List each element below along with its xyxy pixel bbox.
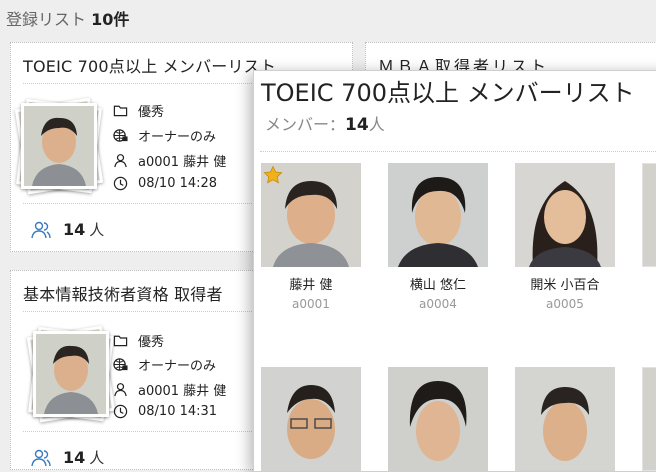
clock-icon <box>113 404 128 419</box>
member-card[interactable]: 横山 悠仁 a0004 <box>388 163 488 311</box>
star-icon[interactable] <box>263 165 283 185</box>
folder-name: 優秀 <box>138 335 165 350</box>
owner-row: a0001 藤井 健 <box>113 380 226 399</box>
member-card[interactable]: 開米 小百合 a0005 <box>515 163 615 311</box>
owner-row: a0001 藤井 健 <box>113 151 226 170</box>
header-label: 登録リスト <box>6 10 87 29</box>
user-icon <box>114 383 127 397</box>
user-icon <box>114 154 127 168</box>
members-count: 14 <box>345 115 369 135</box>
globe-lock-icon <box>113 129 128 142</box>
member-photo <box>261 367 361 471</box>
popup-title: TOEIC 700点以上 メンバーリスト <box>261 79 635 107</box>
users-icon <box>31 449 51 466</box>
visibility-row: オーナーのみ <box>113 355 216 374</box>
member-name: 藤井 健 <box>289 278 333 293</box>
folder-row: 優秀 <box>113 101 164 120</box>
avatar-photo <box>36 334 106 414</box>
member-card[interactable] <box>642 163 656 267</box>
datetime-row: 08/10 14:31 <box>113 404 217 419</box>
member-count-unit: 人 <box>89 449 105 467</box>
member-card[interactable] <box>261 367 361 471</box>
card-title[interactable]: TOEIC 700点以上 メンバーリスト <box>23 53 276 77</box>
member-photo <box>388 163 488 267</box>
member-photo <box>261 163 361 267</box>
popup-member-summary: メンバー：14人 <box>265 115 385 135</box>
member-photo <box>515 163 615 267</box>
popup-divider <box>260 151 656 152</box>
datetime-row: 08/10 14:28 <box>113 176 217 191</box>
member-id: a0001 <box>292 297 330 311</box>
members-label: メンバー： <box>265 115 346 134</box>
visibility-text: オーナーのみ <box>138 359 217 374</box>
globe-lock-icon <box>113 358 128 371</box>
visibility-text: オーナーのみ <box>138 130 217 145</box>
avatar-photo <box>24 106 94 186</box>
member-photo <box>515 367 615 471</box>
member-count[interactable]: 14 人 <box>31 219 104 240</box>
popup-title-block: TOEIC 700点以上 メンバーリスト メンバー：14人 <box>261 79 651 140</box>
member-photo-stack <box>26 325 116 423</box>
member-card[interactable] <box>388 367 488 471</box>
member-count[interactable]: 14 人 <box>31 447 104 468</box>
clock-icon <box>113 176 128 191</box>
owner-text: a0001 藤井 健 <box>138 155 227 170</box>
member-card[interactable] <box>642 367 656 471</box>
datetime-text: 08/10 14:28 <box>138 176 218 191</box>
member-count-unit: 人 <box>89 221 105 239</box>
folder-icon <box>113 105 128 117</box>
member-card[interactable] <box>515 367 615 471</box>
folder-name: 優秀 <box>138 105 165 120</box>
members-unit: 人 <box>368 115 385 134</box>
member-photo <box>388 367 488 471</box>
member-count-value: 14 <box>63 448 86 467</box>
users-icon <box>31 221 51 238</box>
member-photo <box>642 163 656 267</box>
datetime-text: 08/10 14:31 <box>138 404 218 419</box>
member-list-popup: TOEIC 700点以上 メンバーリスト メンバー：14人 藤井 健 a0001 <box>253 70 656 472</box>
folder-row: 優秀 <box>113 331 164 350</box>
member-photo-stack <box>14 97 104 195</box>
card-title[interactable]: 基本情報技術者資格 取得者 <box>23 281 223 305</box>
member-id: a0004 <box>419 297 457 311</box>
owner-text: a0001 藤井 健 <box>138 384 227 399</box>
folder-icon <box>113 335 128 347</box>
member-card[interactable]: 藤井 健 a0001 <box>261 163 361 311</box>
visibility-row: オーナーのみ <box>113 126 216 145</box>
member-name: 開米 小百合 <box>530 278 600 293</box>
list-header: 登録リスト 10件 <box>6 6 129 30</box>
member-id: a0005 <box>546 297 584 311</box>
header-count: 10件 <box>91 10 130 29</box>
member-photo <box>642 367 656 471</box>
member-count-value: 14 <box>63 220 86 239</box>
member-name: 横山 悠仁 <box>409 278 467 293</box>
